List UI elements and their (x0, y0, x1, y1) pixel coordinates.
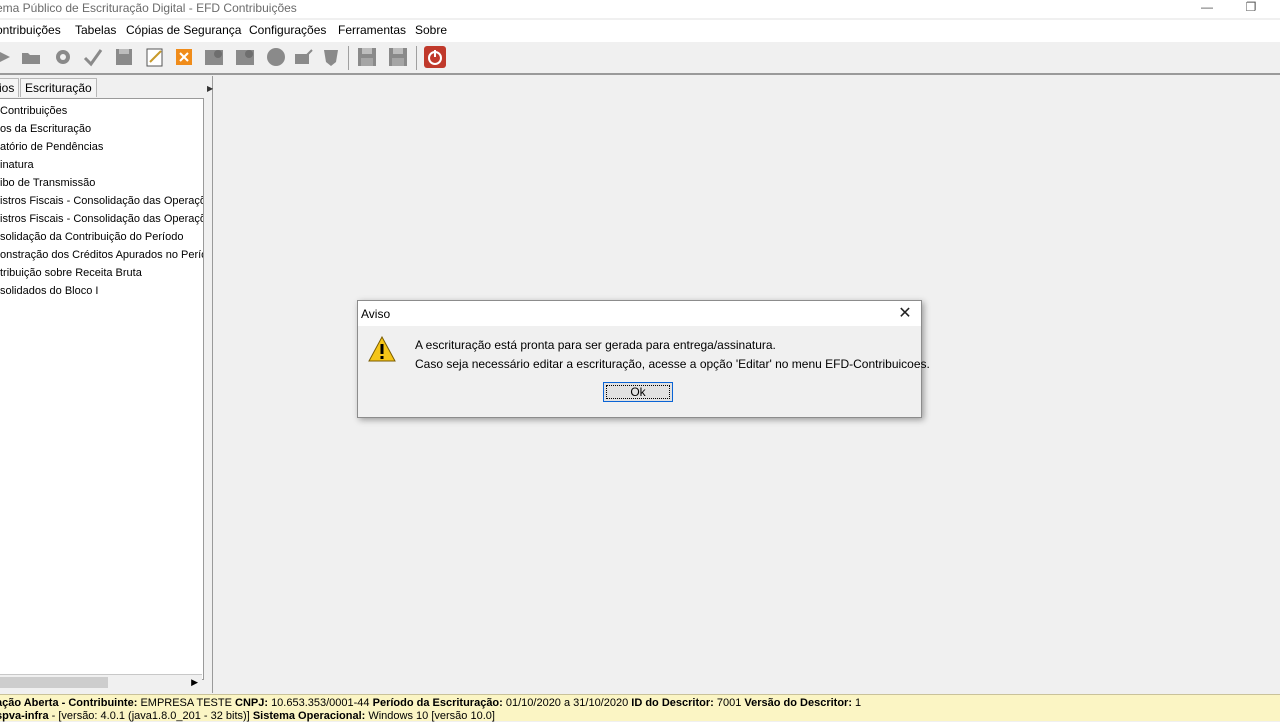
navigation-tree: Contribuições os da Escrituração atório … (0, 98, 204, 680)
restore-icon[interactable] (387, 46, 409, 68)
dialog-title: Aviso (361, 307, 391, 321)
status-value: 10.653.353/0001-44 (271, 697, 373, 709)
ok-button[interactable]: Ok (603, 382, 673, 402)
status-value: Windows 10 [versão 10.0] (368, 710, 495, 722)
toolbar (0, 42, 1280, 75)
tree-item[interactable]: atório de Pendências (0, 138, 103, 156)
globe-icon[interactable] (265, 46, 287, 68)
aviso-dialog: Aviso ✕ A escrituração está pronta para … (357, 300, 930, 418)
toolbar-separator (348, 46, 349, 70)
tab-escrituracao[interactable]: Escrituração (20, 78, 97, 97)
menu-configuracoes[interactable]: Configurações (249, 23, 326, 37)
open-folder-icon[interactable] (20, 46, 42, 68)
status-value: 7001 (716, 697, 745, 709)
shield-icon[interactable] (320, 46, 342, 68)
dialog-titlebar: Aviso ✕ (358, 301, 921, 326)
sign-icon[interactable] (292, 46, 314, 68)
restore-button[interactable]: ❐ (1240, 0, 1262, 16)
close-x-icon[interactable] (173, 46, 195, 68)
validate-icon[interactable] (203, 46, 225, 68)
settings-icon[interactable] (234, 46, 256, 68)
gear-icon[interactable] (52, 46, 74, 68)
dialog-message-line-2: Caso seja necessário editar a escrituraç… (415, 357, 930, 371)
save-icon[interactable] (113, 46, 135, 68)
tree-item[interactable]: onstração dos Créditos Apurados no Perío (0, 246, 203, 264)
tree-item[interactable]: inatura (0, 156, 34, 174)
tab-ios[interactable]: ios (0, 78, 20, 97)
menu-tabelas[interactable]: Tabelas (75, 23, 116, 37)
scrollbar-thumb[interactable] (0, 677, 108, 688)
status-label: ID do Descritor: (631, 697, 717, 709)
backup-icon[interactable] (356, 46, 378, 68)
dialog-close-button[interactable]: ✕ (895, 304, 915, 324)
tree-item[interactable]: solidados do Bloco I (0, 282, 98, 300)
scroll-right-arrow-icon[interactable]: ▶ (191, 675, 198, 690)
warning-icon (368, 335, 396, 362)
menu-copias-de-seguranca[interactable]: Cópias de Segurança (126, 23, 241, 37)
panel-splitter[interactable]: ▶ (206, 76, 213, 693)
status-label: Sistema Operacional: (252, 710, 369, 722)
menu-bar: ontribuições Tabelas Cópias de Segurança… (0, 20, 1280, 43)
dialog-message-line-1: A escrituração está pronta para ser gera… (415, 338, 776, 352)
horizontal-scrollbar[interactable]: ▶ (0, 674, 202, 690)
focus-ring (606, 385, 670, 399)
tree-item[interactable]: ibo de Transmissão (0, 174, 95, 192)
tree-item[interactable]: Contribuições (0, 102, 67, 120)
arrow-icon[interactable] (0, 46, 14, 68)
status-label: spva-infra (0, 710, 49, 722)
edit-document-icon[interactable] (144, 46, 166, 68)
status-line-escrituracao: ação Aberta - Contribuinte: EMPRESA TEST… (0, 697, 861, 709)
status-label: Período da Escrituração: (372, 697, 506, 709)
left-panel: ios Escrituração Contribuições os da Esc… (0, 76, 205, 693)
status-line-system: spva-infra - [versão: 4.0.1 (java1.8.0_2… (0, 710, 495, 722)
menu-efd-contribuicoes[interactable]: ontribuições (0, 23, 61, 37)
status-value: 01/10/2020 a 31/10/2020 (505, 697, 632, 709)
minimize-button[interactable]: — (1196, 0, 1218, 16)
window-title: ema Público de Escrituração Digital - EF… (0, 1, 297, 15)
tree-item[interactable]: os da Escrituração (0, 120, 91, 138)
power-icon[interactable] (423, 45, 447, 69)
status-bar: ação Aberta - Contribuinte: EMPRESA TEST… (0, 694, 1280, 722)
status-label: ação Aberta - Contribuinte: (0, 697, 141, 709)
tree-item[interactable]: istros Fiscais - Consolidação das Operaç… (0, 210, 203, 228)
toolbar-separator (416, 46, 417, 70)
status-value: - [versão: 4.0.1 (java1.8.0_201 - 32 bit… (48, 710, 253, 722)
menu-sobre[interactable]: Sobre (415, 23, 447, 37)
menu-ferramentas[interactable]: Ferramentas (338, 23, 406, 37)
status-label: Versão do Descritor: (744, 697, 856, 709)
tree-item[interactable]: tribuição sobre Receita Bruta (0, 264, 142, 282)
tree-item[interactable]: solidação da Contribuição do Período (0, 228, 183, 246)
tree-item[interactable]: istros Fiscais - Consolidação das Operaç… (0, 192, 203, 210)
panel-tabs: ios Escrituração (0, 76, 205, 98)
check-icon[interactable] (82, 46, 104, 68)
status-label: CNPJ: (235, 697, 272, 709)
window-titlebar: ema Público de Escrituração Digital - EF… (0, 0, 1280, 18)
status-value: 1 (855, 697, 862, 709)
status-value: EMPRESA TESTE (140, 697, 235, 709)
